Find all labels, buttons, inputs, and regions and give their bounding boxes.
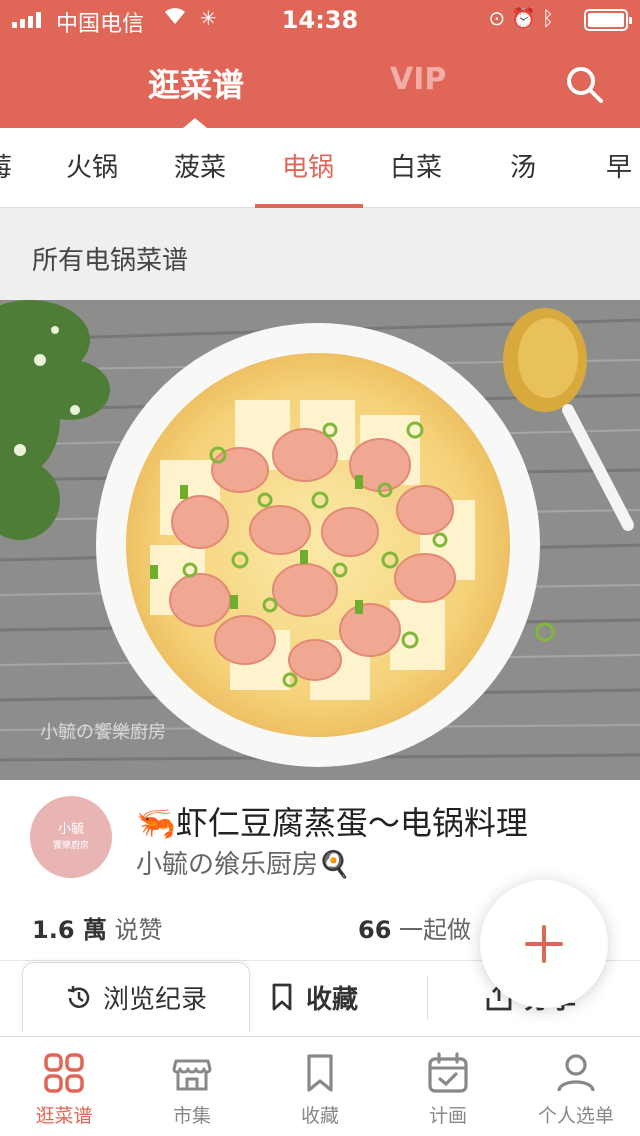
section-title: 所有电锅菜谱: [32, 246, 189, 276]
category-tab-active[interactable]: 电锅: [282, 128, 334, 208]
recipe-photo[interactable]: 小毓の饗樂廚房: [0, 300, 640, 780]
tabbar-item-market[interactable]: 市集: [128, 1037, 256, 1136]
nav-active-caret: [183, 118, 207, 128]
cook-label: 一起做: [399, 916, 472, 944]
history-button[interactable]: 浏览纪录: [22, 962, 250, 1032]
collect-label: 收藏: [306, 984, 359, 1015]
person-icon: [557, 1054, 595, 1092]
cook-count: 66: [358, 916, 392, 944]
section-header: 所有电锅菜谱: [0, 208, 640, 300]
add-button[interactable]: [480, 880, 608, 1008]
rotation-lock-icon: ⊙: [488, 6, 512, 30]
category-tab[interactable]: 火锅: [66, 128, 118, 208]
avatar-text-line1: 小毓: [57, 822, 84, 837]
avatar-text-line2: 饗樂廚房: [52, 841, 89, 851]
tabbar-label: 收藏: [300, 1105, 339, 1127]
history-label: 浏览纪录: [102, 985, 207, 1015]
top-nav: 逛菜谱 VIP: [0, 40, 640, 128]
tabbar-label: 逛菜谱: [35, 1105, 93, 1127]
tabbar-item-plan[interactable]: 计画: [384, 1037, 512, 1136]
history-icon: [67, 985, 90, 1008]
tabbar-item-collection[interactable]: 收藏: [256, 1037, 384, 1136]
nav-vip[interactable]: VIP: [390, 62, 446, 97]
category-tab[interactable]: 汤: [510, 128, 536, 208]
category-tab[interactable]: 莓: [0, 128, 12, 208]
photo-watermark: 小毓の饗樂廚房: [40, 721, 166, 743]
bookmark-icon: [272, 983, 292, 1011]
alarm-icon: ⏰: [511, 6, 542, 30]
tabbar-label: 个人选单: [537, 1105, 614, 1127]
action-separator: [427, 976, 428, 1020]
cook-together-stat: 66 一起做: [358, 910, 471, 945]
category-tabs: 莓 火锅 菠菜 电锅 白菜 汤 早餐: [0, 128, 640, 263]
store-icon: [172, 1059, 212, 1091]
tabbar-label: 市集: [172, 1105, 211, 1127]
calendar-icon: [428, 1052, 468, 1093]
search-icon[interactable]: [564, 64, 604, 104]
collect-button[interactable]: 收藏: [268, 962, 358, 1032]
status-icons: ⊙⏰ᛒ: [488, 6, 560, 30]
likes-stat: 1.6 萬 说赞: [32, 910, 163, 945]
likes-count: 1.6 萬: [32, 916, 107, 944]
battery-icon: [584, 9, 632, 31]
bookmark-icon: [307, 1054, 333, 1092]
grid-icon: [44, 1053, 84, 1093]
author-avatar[interactable]: 小毓 饗樂廚房: [30, 796, 112, 878]
bottom-tab-bar: 逛菜谱 市集 收藏 计画 个人选单: [0, 1036, 640, 1136]
likes-label: 说赞: [114, 916, 163, 944]
category-tab[interactable]: 菠菜: [174, 128, 226, 208]
bluetooth-icon: ᛒ: [542, 6, 560, 30]
tabbar-label: 计画: [428, 1105, 467, 1127]
tabbar-item-profile[interactable]: 个人选单: [512, 1037, 640, 1136]
category-tab[interactable]: 早餐: [606, 128, 640, 263]
recipe-author[interactable]: 小毓の飨乐厨房🍳: [136, 844, 350, 881]
tabbar-item-browse[interactable]: 逛菜谱: [0, 1037, 128, 1136]
recipe-title[interactable]: 🦐虾仁豆腐蒸蛋～电锅料理: [136, 798, 528, 844]
category-tab[interactable]: 白菜: [390, 128, 442, 208]
top-header: 中国电信 ✳ 14:38 ⊙⏰ᛒ 逛菜谱 VIP: [0, 0, 640, 128]
plus-icon: [525, 925, 563, 963]
nav-title-browse[interactable]: 逛菜谱: [148, 60, 244, 106]
status-bar: 中国电信 ✳ 14:38 ⊙⏰ᛒ: [0, 0, 640, 40]
